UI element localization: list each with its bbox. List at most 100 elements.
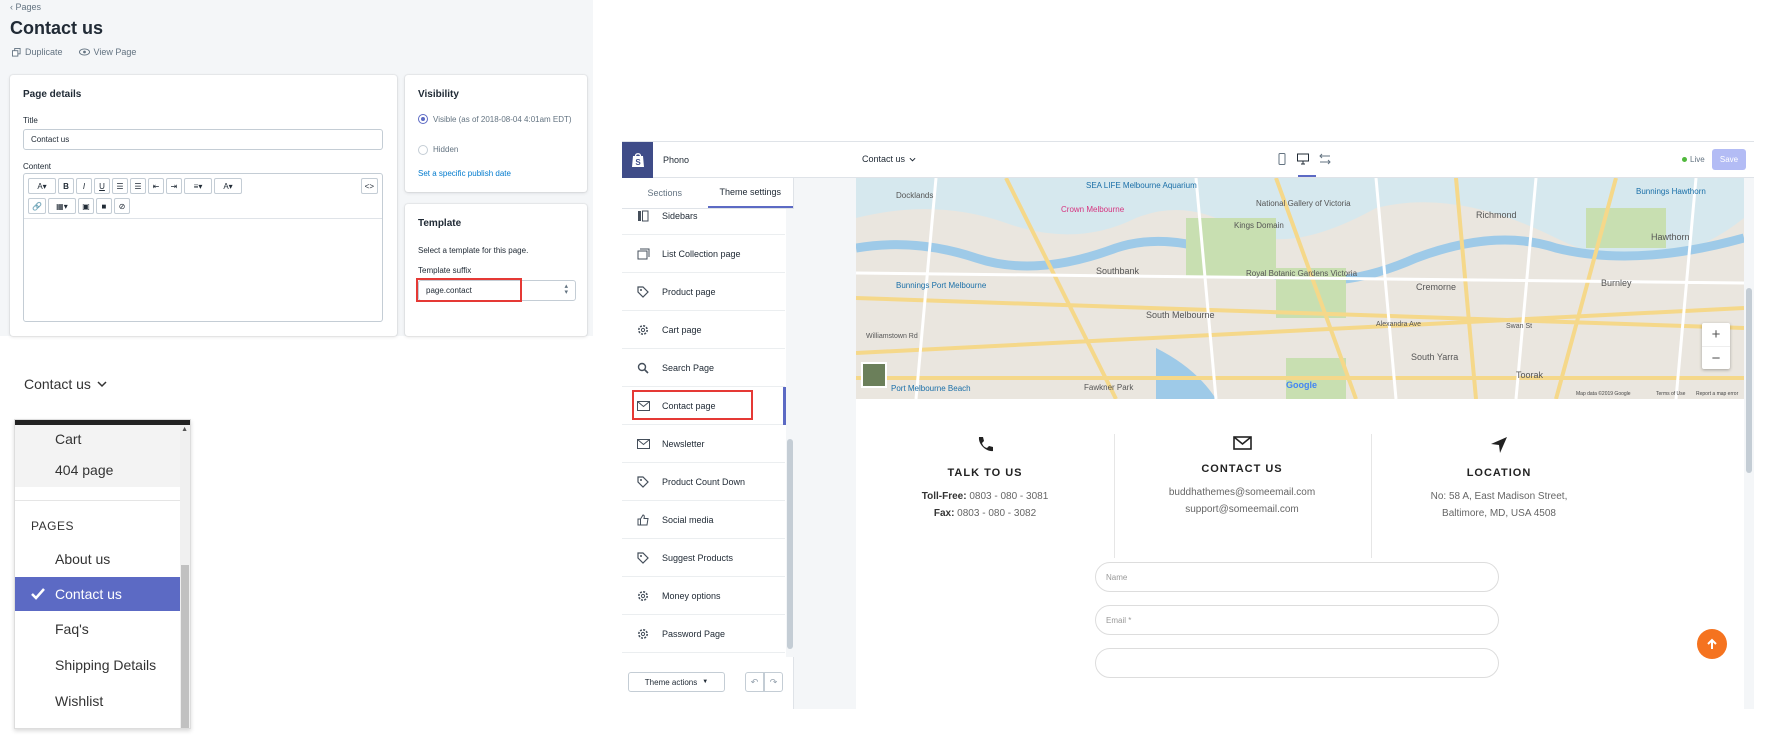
shopify-logo[interactable]: S xyxy=(622,142,653,178)
settings-item-social-media[interactable]: Social media xyxy=(622,501,785,539)
table-button[interactable]: ▦▾ xyxy=(47,198,76,214)
image-button[interactable]: ▣ xyxy=(77,198,94,214)
page-select[interactable]: Contact us xyxy=(862,154,916,164)
page-select-trigger[interactable]: Contact us xyxy=(24,376,107,392)
svg-text:S: S xyxy=(635,158,641,167)
undo-button[interactable]: ↶ xyxy=(745,672,764,692)
satellite-toggle[interactable] xyxy=(861,362,887,388)
italic-button[interactable]: I xyxy=(76,178,92,194)
settings-item-search-page[interactable]: Search Page xyxy=(622,349,785,387)
dropdown-item-faqs[interactable]: Faq's xyxy=(15,612,180,646)
settings-item-money-options[interactable]: Money options xyxy=(622,577,785,615)
view-page-label: View Page xyxy=(93,47,137,57)
phone-input[interactable] xyxy=(1095,648,1499,678)
indent-button[interactable]: ⇥ xyxy=(166,178,182,194)
scroll-to-top-button[interactable] xyxy=(1697,629,1727,659)
contact-line-value: 0803 - 080 - 3081 xyxy=(966,491,1049,502)
settings-item-list-collection-page[interactable]: List Collection page xyxy=(622,235,785,273)
settings-item-product-page[interactable]: Product page xyxy=(622,273,785,311)
hidden-radio-option[interactable]: Hidden xyxy=(418,145,458,155)
rich-text-editor[interactable]: A ▾ B I U ☰ ☰ ⇤ ⇥ ≡▾ A▾ <> 🔗 ▦▾ ▣ ■ ⊘ xyxy=(23,173,383,322)
clear-format-button[interactable]: ⊘ xyxy=(113,198,130,214)
dropdown-item-404[interactable]: 404 page xyxy=(15,453,180,487)
dropdown-scroll-thumb[interactable] xyxy=(181,565,189,728)
fullscreen-icon[interactable] xyxy=(1319,153,1331,165)
storefront-preview: Docklands Crown Melbourne SEA LIFE Melbo… xyxy=(794,178,1754,709)
dropdown-item-contact-us[interactable]: Contact us xyxy=(15,577,180,611)
highlight-template-suffix xyxy=(416,278,522,302)
map-label: Alexandra Ave xyxy=(1376,321,1421,328)
hidden-radio[interactable] xyxy=(418,145,428,155)
sidebar-scrollbar[interactable] xyxy=(786,209,794,657)
bullet-list-button[interactable]: ☰ xyxy=(112,178,128,194)
zoom-in-button[interactable]: + xyxy=(1702,323,1730,346)
desktop-icon[interactable] xyxy=(1297,153,1309,165)
video-button[interactable]: ■ xyxy=(95,198,112,214)
view-page-button[interactable]: View Page xyxy=(78,47,137,57)
zoom-out-button[interactable]: − xyxy=(1702,346,1730,369)
envelope-icon xyxy=(635,438,651,449)
duplicate-icon xyxy=(12,47,21,57)
visible-radio[interactable] xyxy=(418,114,428,124)
breadcrumb-label[interactable]: Pages xyxy=(16,2,42,12)
dropdown-item-wishlist[interactable]: Wishlist xyxy=(15,684,180,718)
set-publish-date-link[interactable]: Set a specific publish date xyxy=(418,169,511,178)
dropdown-item-label: Wishlist xyxy=(55,693,104,709)
map-terms-link[interactable]: Terms of Use xyxy=(1656,391,1686,397)
redo-button[interactable]: ↷ xyxy=(764,672,783,692)
settings-item-label: Money options xyxy=(662,590,721,601)
map-label: Kings Domain xyxy=(1234,221,1284,230)
settings-item-password-page[interactable]: Password Page xyxy=(622,615,785,653)
bold-button[interactable]: B xyxy=(58,178,74,194)
dropdown-item-label: 404 page xyxy=(55,462,114,478)
text-style-button[interactable]: A ▾ xyxy=(28,178,56,194)
outdent-button[interactable]: ⇤ xyxy=(148,178,164,194)
contact-column-details: buddhathemes@someemail.com support@someem… xyxy=(1113,484,1371,518)
link-button[interactable]: 🔗 xyxy=(28,198,46,214)
settings-item-cart-page[interactable]: Cart page xyxy=(622,311,785,349)
scroll-up-arrow-icon[interactable]: ▲ xyxy=(181,426,188,433)
check-icon xyxy=(31,588,45,600)
page-select-label: Contact us xyxy=(24,376,91,392)
dropdown-item-shipping-details[interactable]: Shipping Details xyxy=(15,648,180,682)
align-button[interactable]: ≡▾ xyxy=(184,178,212,194)
dropdown-scrollbar[interactable] xyxy=(180,425,190,728)
numbered-list-button[interactable]: ☰ xyxy=(130,178,146,194)
settings-item-label: Social media xyxy=(662,514,714,525)
dropdown-item-label: Shipping Details xyxy=(55,657,157,673)
settings-item-sidebars[interactable]: Sidebars xyxy=(622,209,785,235)
editor-topbar: S Phono Contact us Live Save xyxy=(622,142,1754,178)
dropdown-item-cart[interactable]: Cart xyxy=(15,425,180,453)
settings-item-suggest-products[interactable]: Suggest Products xyxy=(622,539,785,577)
visible-radio-option[interactable]: Visible (as of 2018-08-04 4:01am EDT) xyxy=(418,114,578,126)
sidebar-scroll-thumb[interactable] xyxy=(787,439,793,649)
html-toggle-button[interactable]: <> xyxy=(360,178,378,194)
preview-scrollbar[interactable] xyxy=(1744,178,1754,709)
google-map[interactable]: Docklands Crown Melbourne SEA LIFE Melbo… xyxy=(856,178,1744,399)
settings-item-product-count-down[interactable]: Product Count Down xyxy=(622,463,785,501)
preview-scroll-thumb[interactable] xyxy=(1746,288,1752,473)
column-divider xyxy=(1371,434,1372,558)
duplicate-button[interactable]: Duplicate xyxy=(12,47,63,57)
title-input[interactable]: Contact us xyxy=(23,129,383,150)
email-input[interactable]: Email * xyxy=(1095,605,1499,635)
breadcrumb[interactable]: ‹ Pages xyxy=(10,2,41,12)
save-button[interactable]: Save xyxy=(1712,149,1746,170)
text-color-button[interactable]: A▾ xyxy=(214,178,242,194)
collection-icon xyxy=(635,248,651,260)
page-select-dropdown: Cart 404 page PAGES About us Contact us … xyxy=(14,419,191,729)
dropdown-item-about-us[interactable]: About us xyxy=(15,542,180,576)
column-divider xyxy=(1114,434,1115,558)
select-arrows-icon: ▴ ▾ xyxy=(564,283,568,296)
tab-sections[interactable]: Sections xyxy=(622,178,708,208)
page-details-heading: Page details xyxy=(23,89,82,100)
map-report-link[interactable]: Report a map error xyxy=(1696,391,1739,397)
underline-button[interactable]: U xyxy=(94,178,110,194)
settings-item-newsletter[interactable]: Newsletter xyxy=(622,425,785,463)
tab-theme-settings[interactable]: Theme settings xyxy=(707,178,793,208)
mobile-icon[interactable] xyxy=(1277,153,1287,165)
theme-actions-button[interactable]: Theme actions ▼ xyxy=(628,672,725,692)
name-input[interactable]: Name xyxy=(1095,562,1499,592)
settings-item-checkout[interactable]: Checkout xyxy=(622,653,785,657)
gear-icon xyxy=(635,590,651,602)
